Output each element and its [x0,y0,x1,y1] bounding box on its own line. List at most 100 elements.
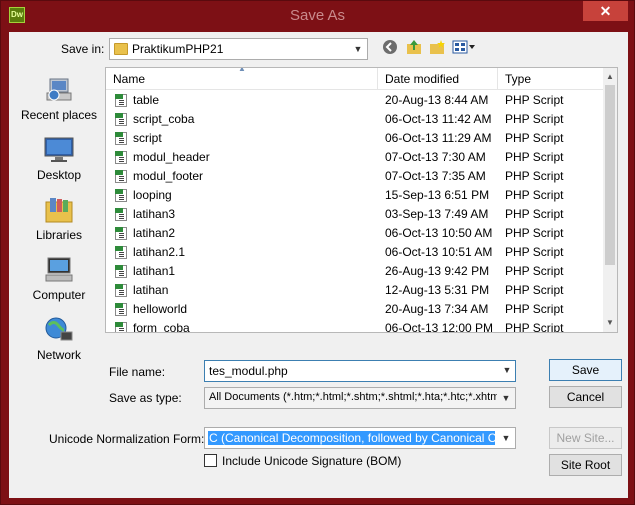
place-label: Computer [32,288,86,302]
file-type-cell: PHP Script [505,131,564,145]
php-file-icon [115,132,127,145]
view-menu-icon[interactable] [452,39,476,57]
file-row[interactable]: modul_header 07-Oct-13 7:30 AM PHP Script [106,148,604,167]
file-type-cell: PHP Script [505,245,564,259]
file-name-label: File name: [109,365,166,379]
file-row[interactable]: latihan2.1 06-Oct-13 10:51 AM PHP Script [106,243,604,262]
save-in-value: PraktikumPHP21 [132,42,224,56]
file-date-cell: 26-Aug-13 9:42 PM [385,264,490,278]
title-bar[interactable]: Dw Save As ✕ [1,1,634,31]
save-as-dialog: Dw Save As ✕ Save in: PraktikumPHP21 ▼ R… [0,0,635,505]
place-network[interactable]: Network [15,314,103,372]
file-name-cell: latihan3 [133,207,176,221]
up-folder-icon[interactable] [405,39,423,57]
file-date-cell: 06-Oct-13 10:51 AM [385,245,493,259]
unicode-normalization-combobox[interactable]: C (Canonical Decomposition, followed by … [204,427,516,449]
file-type-cell: PHP Script [505,302,564,316]
save-in-label: Save in: [61,42,105,56]
chevron-down-icon[interactable]: ▼ [500,431,512,445]
file-name-input[interactable]: tes_modul.php [204,360,516,382]
file-type-cell: PHP Script [505,207,564,221]
php-file-icon [115,303,127,316]
file-type-cell: PHP Script [505,188,564,202]
network-icon [44,316,74,344]
file-date-cell: 03-Sep-13 7:49 AM [385,207,489,221]
file-name-cell: latihan2.1 [133,245,186,259]
file-name-cell: script_coba [133,112,195,126]
vertical-scrollbar[interactable]: ▲ ▼ [603,68,617,332]
file-row[interactable]: form_coba 06-Oct-13 12:00 PM PHP Script [106,319,604,333]
save-as-type-value: All Documents (*.htm;*.html;*.shtm;*.sht… [209,391,497,403]
close-button[interactable]: ✕ [583,1,628,21]
new-folder-icon[interactable] [428,39,446,57]
file-type-cell: PHP Script [505,150,564,164]
cancel-button[interactable]: Cancel [549,386,622,408]
place-label: Network [36,348,81,362]
place-libraries[interactable]: Libraries [15,194,103,252]
folder-icon [114,43,128,55]
file-date-cell: 06-Oct-13 12:00 PM [385,321,494,333]
file-type-cell: PHP Script [505,264,564,278]
file-type-cell: PHP Script [505,93,564,107]
file-type-cell: PHP Script [505,321,564,333]
column-header-name[interactable]: Name [106,68,378,90]
place-computer[interactable]: Computer [15,254,103,312]
save-as-type-combobox[interactable]: All Documents (*.htm;*.html;*.shtm;*.sht… [204,387,516,409]
file-name-cell: modul_header [133,150,210,164]
file-row[interactable]: script 06-Oct-13 11:29 AM PHP Script [106,129,604,148]
libraries-icon [44,196,74,224]
php-file-icon [115,322,127,332]
file-row[interactable]: latihan1 26-Aug-13 9:42 PM PHP Script [106,262,604,281]
place-desktop[interactable]: Desktop [15,134,103,192]
file-row[interactable]: latihan2 06-Oct-13 10:50 AM PHP Script [106,224,604,243]
scroll-up-icon[interactable]: ▲ [603,70,617,84]
file-rows: table 20-Aug-13 8:44 AM PHP Script script_c… [106,91,604,333]
file-type-cell: PHP Script [505,226,564,240]
php-file-icon [115,151,127,164]
file-date-cell: 06-Oct-13 10:50 AM [385,226,493,240]
column-header-type[interactable]: Type [498,68,604,90]
include-bom-label: Include Unicode Signature (BOM) [222,454,402,468]
php-file-icon [115,94,127,107]
scroll-thumb[interactable] [605,85,615,265]
file-date-cell: 12-Aug-13 5:31 PM [385,283,490,297]
file-row[interactable]: modul_footer 07-Oct-13 7:35 AM PHP Script [106,167,604,186]
file-name-cell: table [133,93,160,107]
desktop-icon [44,136,74,164]
dialog-body: Save in: PraktikumPHP21 ▼ Recent places [9,32,628,498]
chevron-down-icon[interactable]: ▼ [352,42,364,56]
window-title: Save As [289,7,346,24]
file-row[interactable]: looping 15-Sep-13 6:51 PM PHP Script [106,186,604,205]
php-file-icon [115,189,127,202]
file-row[interactable]: script_coba 06-Oct-13 11:42 AM PHP Script [106,110,604,129]
save-button[interactable]: Save [549,359,622,381]
column-header-date-modified[interactable]: Date modified [378,68,498,90]
php-file-icon [115,265,127,278]
file-type-cell: PHP Script [505,283,564,297]
new-site-button[interactable]: New Site... [549,427,622,449]
save-in-combobox[interactable]: PraktikumPHP21 ▼ [109,38,368,60]
php-file-icon [115,227,127,240]
unicode-normalization-value: C (Canonical Decomposition, followed by … [208,431,495,445]
save-as-type-label: Save as type: [109,391,182,405]
file-list[interactable]: ▲ Name Date modified Type table 20-Aug-13… [105,67,618,333]
back-icon[interactable] [381,39,399,57]
file-name-cell: script [133,131,162,145]
file-date-cell: 20-Aug-13 8:44 AM [385,93,489,107]
file-row[interactable]: latihan 12-Aug-13 5:31 PM PHP Script [106,281,604,300]
scroll-down-icon[interactable]: ▼ [603,316,617,330]
place-recent-places[interactable]: Recent places [15,74,103,132]
file-row[interactable]: table 20-Aug-13 8:44 AM PHP Script [106,91,604,110]
file-name-cell: helloworld [133,302,188,316]
php-file-icon [115,284,127,297]
file-name-cell: modul_footer [133,169,204,183]
php-file-icon [115,170,127,183]
unicode-normalization-label: Unicode Normalization Form: [49,432,205,446]
file-name-cell: looping [133,188,172,202]
file-date-cell: 06-Oct-13 11:42 AM [385,112,492,126]
site-root-button[interactable]: Site Root [549,454,622,476]
file-row[interactable]: latihan3 03-Sep-13 7:49 AM PHP Script [106,205,604,224]
include-bom-checkbox[interactable] [204,454,217,467]
file-row[interactable]: helloworld 20-Aug-13 7:34 AM PHP Script [106,300,604,319]
chevron-down-icon[interactable]: ▼ [500,391,512,405]
